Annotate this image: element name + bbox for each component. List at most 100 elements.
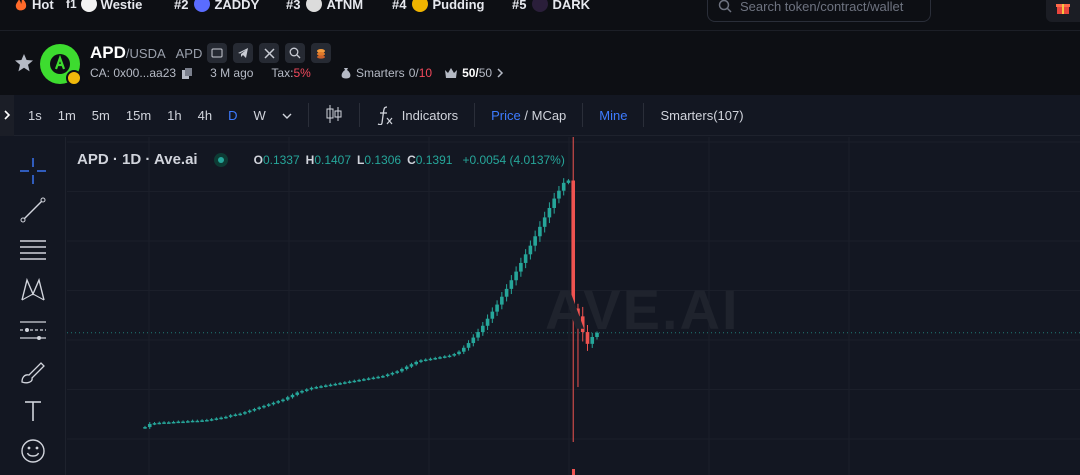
trending-item-5[interactable]: #5 DARK [512,0,590,12]
telegram-icon [238,48,248,58]
crosshair-tool[interactable] [17,155,49,187]
favorite-star-icon[interactable] [14,53,34,73]
search-token-button[interactable] [285,43,305,63]
interval-d[interactable]: D [220,108,245,123]
trending-item-1[interactable]: f1 Westie [66,0,142,12]
candle-body [481,325,485,333]
brush-tool[interactable] [17,355,49,387]
text-tool[interactable] [17,395,49,427]
market-status-icon [213,152,228,167]
candle-body [423,359,428,362]
candle-body [295,392,300,395]
candle-body [495,304,499,312]
smarters-value-red: 10 [418,66,433,80]
interval-dropdown[interactable] [274,108,300,123]
chart-watermark: AVE.AI [545,278,740,341]
trending-item-3[interactable]: #3 ATNM [286,0,363,12]
telegram-button[interactable] [233,43,253,63]
candle-body [324,385,328,387]
fibonacci-icon [20,321,46,340]
gift-button[interactable] [1046,0,1080,22]
crosshair-icon [20,158,46,184]
interval-1h[interactable]: 1h [159,108,189,123]
token-pair: /USDA [125,46,166,61]
interval-15m[interactable]: 15m [118,108,159,123]
website-button[interactable] [207,43,227,63]
mcap-label[interactable]: MCap [532,108,567,123]
interval-4h[interactable]: 4h [190,108,220,123]
bottom-marker [572,469,575,475]
candle-body [338,383,342,385]
candle-body [314,387,319,389]
copy-icon[interactable] [182,67,193,79]
text-icon [25,401,41,421]
search-box[interactable] [707,0,931,22]
interval-1s[interactable]: 1s [20,108,50,123]
emoji-tool[interactable] [17,435,49,467]
candle-body [447,355,452,358]
candle-body [228,415,233,417]
trending-hot-label: Hot [32,0,54,12]
horizontal-lines-icon [20,240,46,260]
trending-name-1: Westie [100,0,143,12]
trending-token-4-icon [412,0,429,12]
token-age: 3 M ago [210,66,254,80]
candle-body [352,380,357,383]
interval-1m[interactable]: 1m [50,108,84,123]
candle-body [209,419,214,421]
candle-body [509,280,514,289]
trending-token-3-icon [306,0,323,12]
tax-value: 5% [293,66,311,80]
candle-body [285,397,290,400]
x-twitter-button[interactable] [259,43,279,63]
interval-5m[interactable]: 5m [84,108,118,123]
price-chart[interactable]: AVE.AI APD · 1D · Ave.ai O 0.1337 H 0.1407… [67,137,1080,475]
chart-title: APD · 1D · Ave.ai [77,151,198,168]
fib-tool[interactable] [17,314,49,346]
trending-item-2[interactable]: #2 ZADDY [174,0,259,12]
candle-body [523,254,528,263]
candle-body [290,394,295,398]
price-mcap-toggle[interactable]: Price / MCap [483,108,574,123]
candle-body [186,421,190,423]
trending-item-4[interactable]: #4 Pudding [392,0,484,12]
coins-button[interactable] [311,43,331,63]
candle-body [500,296,504,305]
trending-rank-3: #3 [286,0,301,12]
search-input[interactable] [740,0,920,14]
candle-body [404,366,409,369]
candle-body [195,420,200,423]
close-value: 0.1391 [415,152,453,167]
horizontal-lines-tool[interactable] [17,234,49,266]
contract-address[interactable]: CA: 0x00...aa23 [90,66,176,80]
toolbar-collapse-button[interactable] [0,94,14,136]
candle-body [533,236,537,246]
price-label[interactable]: Price [491,108,521,123]
smarters-value: 0/ [408,66,419,80]
website-icon [211,48,223,58]
high-label: H [305,152,315,167]
chevron-down-icon [282,113,292,119]
trending-bar: Hot f1 Westie #2 ZADDY #3 ATNM #4 Puddin… [0,0,1080,30]
interval-w[interactable]: W [245,108,273,123]
pattern-xabcd-icon [21,277,45,301]
candle-body [557,190,561,199]
trending-token-1-icon [80,0,97,12]
indicators-button[interactable]: Indicators [368,105,466,125]
token-symbol-secondary: APD [175,46,203,61]
money-bag-icon [341,68,351,79]
chart-toolbar: 1s 1m 5m 15m 1h 4h D W Indicators Price … [0,94,1080,136]
pattern-tool[interactable] [17,274,49,306]
smarters-stats[interactable]: Smarters 0/10 50/50 [340,66,504,80]
gift-icon [1056,4,1070,14]
toolbar-divider [307,103,309,127]
chevron-right-icon [3,110,10,120]
candle-body [566,180,571,183]
smarters-toggle[interactable]: Smarters(107) [652,108,751,123]
trending-hot[interactable]: Hot [14,0,54,12]
trend-line-tool[interactable] [17,194,49,226]
chart-type-button[interactable] [317,104,351,127]
change-value: +0.0054 (4.0137%) [462,152,565,167]
mine-toggle[interactable]: Mine [591,108,635,123]
holders-total: 50 [478,66,493,80]
